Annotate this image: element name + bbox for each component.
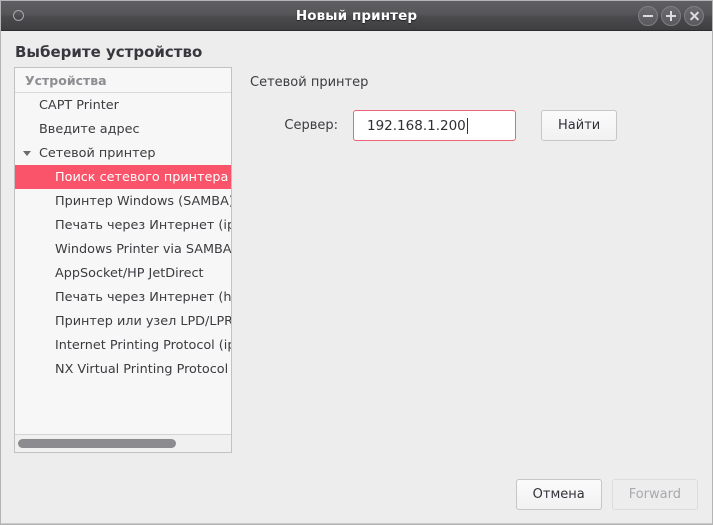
- horizontal-scrollbar[interactable]: [15, 434, 231, 452]
- tree-row-label: AppSocket/HP JetDirect: [55, 265, 204, 281]
- server-label: Сервер:: [284, 118, 338, 133]
- device-tree-column-header[interactable]: Устройства: [15, 68, 231, 93]
- device-tree-column-header-label: Устройства: [25, 72, 107, 88]
- tree-row[interactable]: Принтер или узел LPD/LPR: [15, 309, 231, 333]
- forward-button: Forward: [611, 479, 698, 510]
- tree-row[interactable]: Сетевой принтер: [15, 141, 231, 165]
- cancel-button[interactable]: Отмена: [515, 479, 602, 510]
- tree-row-label: Печать через Интернет (ipp): [55, 217, 231, 233]
- minimize-icon[interactable]: [638, 6, 658, 26]
- server-input-value: 192.168.1.200: [367, 117, 466, 134]
- tree-row[interactable]: Windows Printer via SAMBA: [15, 237, 231, 261]
- tree-row-label: Поиск сетевого принтера: [55, 169, 229, 185]
- horizontal-scrollbar-thumb[interactable]: [18, 439, 176, 448]
- dialog-footer: Отмена Forward: [1, 466, 712, 524]
- close-icon[interactable]: [684, 6, 704, 26]
- tree-row[interactable]: Принтер Windows (SAMBA): [15, 189, 231, 213]
- page-title: Выберите устройство: [15, 43, 203, 61]
- titlebar: Новый принтер: [1, 1, 712, 31]
- tree-row[interactable]: Печать через Интернет (https): [15, 285, 231, 309]
- tree-row[interactable]: Введите адрес: [15, 117, 231, 141]
- window-menu-icon[interactable]: [13, 10, 24, 21]
- window-controls: [638, 1, 704, 31]
- tree-row-label: Windows Printer via SAMBA: [55, 241, 231, 257]
- tree-row[interactable]: Internet Printing Protocol (ipp): [15, 333, 231, 357]
- tree-row-label: Принтер Windows (SAMBA): [55, 193, 231, 209]
- tree-row[interactable]: Печать через Интернет (ipp): [15, 213, 231, 237]
- tree-row[interactable]: AppSocket/HP JetDirect: [15, 261, 231, 285]
- text-caret: [466, 117, 468, 134]
- chevron-down-icon[interactable]: [15, 150, 39, 156]
- tree-row-label: Введите адрес: [39, 121, 140, 137]
- tree-row-label: Принтер или узел LPD/LPR: [55, 313, 231, 329]
- tree-row[interactable]: CAPT Printer: [15, 93, 231, 117]
- tree-row-label: Internet Printing Protocol (ipp): [55, 337, 231, 353]
- maximize-icon[interactable]: [661, 6, 681, 26]
- tree-row-label: Печать через Интернет (https): [55, 289, 231, 305]
- tree-row-label: CAPT Printer: [39, 97, 119, 113]
- tree-row[interactable]: Поиск сетевого принтера: [15, 165, 231, 189]
- find-button[interactable]: Найти: [541, 110, 618, 141]
- tree-row[interactable]: NX Virtual Printing Protocol: [15, 357, 231, 381]
- server-field-row: Сервер: 192.168.1.200 Найти: [250, 110, 712, 141]
- network-printer-form: Сетевой принтер Сервер: 192.168.1.200 На…: [250, 67, 712, 141]
- device-tree-list[interactable]: CAPT Printer Введите адрес Сетевой принтер…: [15, 93, 231, 434]
- new-printer-dialog: Новый принтер Выберите устройство Устрой…: [0, 0, 713, 525]
- dialog-content: Устройства CAPT Printer Введите адрес Сете…: [1, 67, 712, 466]
- server-input[interactable]: 192.168.1.200: [353, 110, 516, 141]
- device-tree-panel: Устройства CAPT Printer Введите адрес Сете…: [14, 67, 232, 453]
- form-title: Сетевой принтер: [250, 75, 369, 90]
- tree-row-label: Сетевой принтер: [39, 145, 156, 161]
- window-title: Новый принтер: [295, 7, 418, 24]
- tree-row-label: NX Virtual Printing Protocol: [55, 361, 229, 377]
